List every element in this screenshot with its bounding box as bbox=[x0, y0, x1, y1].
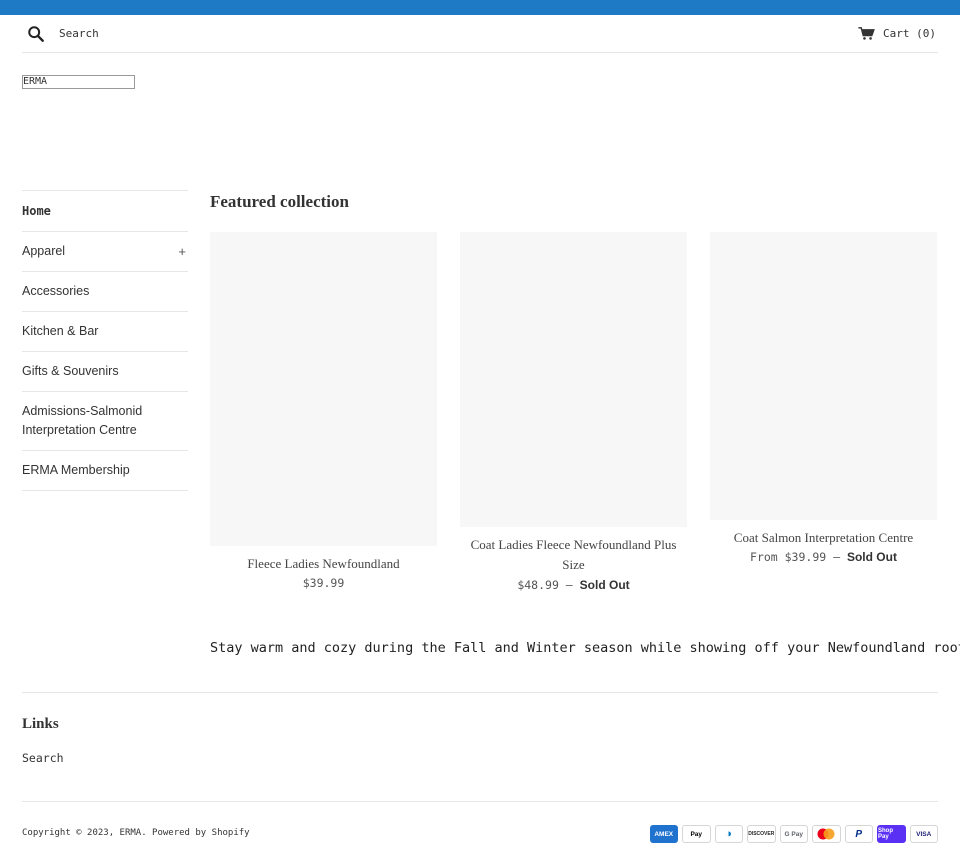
sidebar-item-label: Gifts & Souvenirs bbox=[22, 364, 119, 378]
american-express-icon: AMEX bbox=[649, 825, 678, 843]
copyright-text: Copyright © 2023, ERMA. Powered by Shopi… bbox=[22, 828, 250, 838]
sidebar-item-admissions-salmonid-interpretation-centre[interactable]: Admissions-Salmonid Interpretation Centr… bbox=[22, 392, 188, 451]
product-title[interactable]: Coat Ladies Fleece Newfoundland Plus Siz… bbox=[460, 535, 687, 575]
sidebar-nav: Home Apparel + Accessories Kitchen & Bar Gift… bbox=[22, 190, 188, 491]
cart-label: Cart (0) bbox=[883, 26, 936, 40]
google-pay-icon: G Pay bbox=[779, 825, 808, 843]
sidebar-item-accessories[interactable]: Accessories bbox=[22, 272, 188, 312]
product-image[interactable] bbox=[460, 232, 687, 527]
featured-collection-title: Featured collection bbox=[210, 192, 349, 211]
product-card[interactable]: Coat Ladies Fleece Newfoundland Plus Siz… bbox=[460, 232, 687, 594]
sidebar-item-label: Kitchen & Bar bbox=[22, 324, 99, 338]
product-image[interactable] bbox=[710, 232, 937, 520]
mastercard-icon bbox=[812, 825, 841, 843]
sidebar-item-label: Accessories bbox=[22, 284, 90, 298]
price-value: From $39.99 — bbox=[750, 550, 841, 564]
product-price: $39.99 bbox=[210, 574, 437, 592]
product-image[interactable] bbox=[210, 232, 437, 546]
price-value: $48.99 — bbox=[517, 578, 573, 592]
sidebar-item-erma-membership[interactable]: ERMA Membership bbox=[22, 451, 188, 491]
expand-plus-icon[interactable]: + bbox=[178, 242, 188, 261]
search-icon[interactable] bbox=[27, 25, 45, 43]
cart-link[interactable]: Cart (0) bbox=[858, 24, 936, 42]
sold-out-badge: Sold Out bbox=[579, 578, 630, 592]
footer-links-title: Links bbox=[22, 716, 59, 732]
payment-label: G Pay bbox=[784, 830, 803, 838]
payment-label: VISA bbox=[916, 830, 932, 838]
diners-club-icon: ◑ bbox=[714, 825, 743, 843]
sidebar-item-label: Home bbox=[22, 204, 51, 218]
payment-label: AMEX bbox=[654, 830, 674, 838]
product-title[interactable]: Fleece Ladies Newfoundland bbox=[210, 554, 437, 574]
payment-label: Shop Pay bbox=[878, 828, 893, 840]
sidebar-item-apparel[interactable]: Apparel + bbox=[22, 232, 188, 272]
sidebar-item-label: Admissions-Salmonid Interpretation Centr… bbox=[22, 404, 143, 437]
discover-icon: DISCOVER bbox=[747, 825, 776, 843]
payment-label: DISCOVER bbox=[748, 831, 775, 837]
header-bar: Cart (0) bbox=[22, 15, 938, 53]
shop-pay-icon: Shop Pay bbox=[877, 825, 906, 843]
product-title[interactable]: Coat Salmon Interpretation Centre bbox=[710, 528, 937, 548]
sidebar-item-label: ERMA Membership bbox=[22, 463, 130, 477]
product-price: From $39.99 — Sold Out bbox=[710, 548, 937, 566]
sidebar-item-label: Apparel bbox=[22, 244, 66, 258]
apple-pay-icon: Pay bbox=[682, 825, 711, 843]
sold-out-badge: Sold Out bbox=[846, 550, 897, 564]
price-value: $39.99 bbox=[302, 576, 345, 590]
product-card[interactable]: Fleece Ladies Newfoundland $39.99 bbox=[210, 232, 437, 592]
search-input[interactable] bbox=[59, 24, 359, 42]
payment-icons: AMEX Pay ◑ DISCOVER G Pay P Shop Pay VISA bbox=[649, 825, 938, 843]
paypal-icon: P bbox=[844, 825, 873, 843]
cart-icon bbox=[858, 26, 875, 40]
footer-divider bbox=[22, 692, 938, 693]
payment-label: ◑ bbox=[725, 828, 733, 840]
visa-icon: VISA bbox=[909, 825, 938, 843]
product-card[interactable]: Coat Salmon Interpretation Centre From $… bbox=[710, 232, 937, 566]
collection-description: Stay warm and cozy during the Fall and W… bbox=[210, 640, 960, 656]
footer-link-search[interactable]: Search bbox=[22, 751, 64, 765]
payment-label: Pay bbox=[690, 830, 703, 838]
site-logo[interactable]: ERMA bbox=[22, 75, 135, 89]
payment-label: P bbox=[855, 828, 863, 840]
sidebar-item-kitchen-bar[interactable]: Kitchen & Bar bbox=[22, 312, 188, 352]
sidebar-item-home[interactable]: Home bbox=[22, 191, 188, 232]
sidebar-item-gifts-souvenirs[interactable]: Gifts & Souvenirs bbox=[22, 352, 188, 392]
footer-bottom-divider bbox=[22, 801, 938, 802]
product-price: $48.99 — Sold Out bbox=[460, 576, 687, 594]
announcement-bar bbox=[0, 0, 960, 15]
